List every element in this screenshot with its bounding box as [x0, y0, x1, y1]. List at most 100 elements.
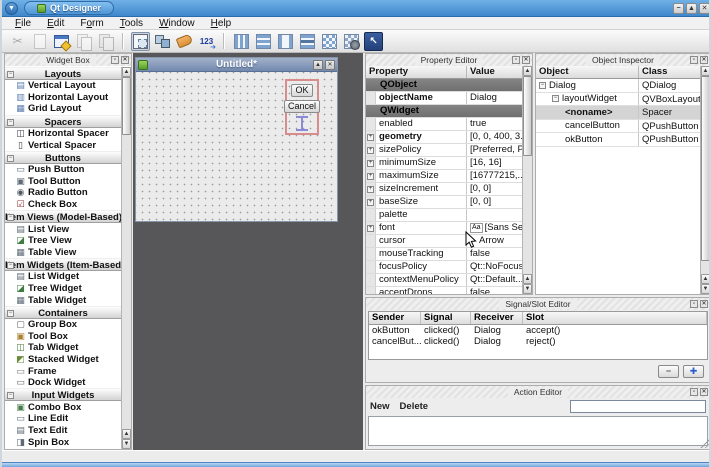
scroll-up-icon[interactable]: ▲	[523, 274, 532, 284]
widget-group-box[interactable]: ▢Group Box	[5, 319, 121, 331]
property-value[interactable]: Qt::Default...	[467, 274, 522, 286]
expand-icon[interactable]: +	[367, 134, 374, 141]
scroll-up-icon[interactable]: ▲	[122, 67, 131, 77]
layout-vertical-splitter-icon[interactable]	[298, 32, 317, 51]
collapse-icon[interactable]: −	[7, 310, 14, 317]
property-row-acceptdrops[interactable]: acceptDropsfalse	[366, 287, 522, 294]
delete-button[interactable]: Delete	[400, 401, 429, 412]
scroll-down-icon[interactable]: ▼	[122, 439, 131, 449]
widget-spin-box[interactable]: ◨Spin Box	[5, 436, 121, 448]
property-row-geometry[interactable]: +geometry[0, 0, 400, 3...	[366, 131, 522, 144]
cut-icon[interactable]: ✂	[8, 32, 27, 51]
scrollbar-thumb[interactable]	[122, 77, 131, 135]
float-icon[interactable]: ▫	[690, 300, 698, 308]
widget-check-box[interactable]: ☑Check Box	[5, 199, 121, 211]
object-row-okbutton[interactable]: okButtonQPushButton	[536, 133, 700, 147]
close-icon[interactable]: ✕	[700, 388, 708, 396]
property-editor-scrollbar[interactable]: ▲ ▲ ▼	[522, 66, 532, 294]
layout-vertical-icon[interactable]	[254, 32, 273, 51]
signal-column-header[interactable]: Signal	[421, 312, 471, 324]
widget-stacked-widget[interactable]: ◩Stacked Widget	[5, 354, 121, 366]
widget-table-widget[interactable]: ▦Table Widget	[5, 294, 121, 306]
property-value[interactable]: [16, 16]	[467, 157, 522, 169]
property-value[interactable]: true	[467, 118, 522, 130]
property-row-font[interactable]: +fontAa[Sans Se...	[366, 222, 522, 235]
property-row-objectname[interactable]: objectNameDialog	[366, 92, 522, 105]
menu-item-form[interactable]: Form	[73, 18, 110, 29]
expand-icon[interactable]: +	[367, 199, 374, 206]
slot-column-header[interactable]: Slot	[523, 312, 707, 324]
scroll-up-icon[interactable]: ▲	[701, 274, 710, 284]
property-value[interactable]: [0, 0]	[467, 196, 522, 208]
category-spacers[interactable]: −Spacers	[5, 115, 121, 128]
menu-item-tools[interactable]: Tools	[113, 18, 150, 29]
property-row-contextmenupolicy[interactable]: contextMenuPolicyQt::Default...	[366, 274, 522, 287]
action-list[interactable]	[368, 416, 708, 446]
property-row-palette[interactable]: palette	[366, 209, 522, 222]
edit-widgets-icon[interactable]	[131, 32, 150, 51]
widget-tab-widget[interactable]: ◫Tab Widget	[5, 342, 121, 354]
close-icon[interactable]: ✕	[700, 300, 708, 308]
property-column-header[interactable]: Property	[366, 66, 467, 78]
collapse-icon[interactable]: −	[7, 262, 14, 269]
layout-grid-icon[interactable]	[320, 32, 339, 51]
property-row-cursor[interactable]: cursorArrow	[366, 235, 522, 248]
widget-horizontal-layout[interactable]: ▥Horizontal Layout	[5, 92, 121, 104]
widget-list-view[interactable]: ▤List View	[5, 223, 121, 235]
layout-horizontal-splitter-icon[interactable]	[276, 32, 295, 51]
maximize-icon[interactable]: ▲	[686, 3, 697, 14]
widget-dock-widget[interactable]: ▭Dock Widget	[5, 377, 121, 389]
scroll-up-icon[interactable]: ▲	[122, 429, 131, 439]
document-icon[interactable]	[30, 32, 49, 51]
property-row-basesize[interactable]: +baseSize[0, 0]	[366, 196, 522, 209]
edit-signals-slots-icon[interactable]	[153, 32, 172, 51]
vertical-spacer-widget[interactable]	[296, 116, 308, 131]
scrollbar-thumb[interactable]	[701, 76, 710, 261]
category-item-widgets-item-based[interactable]: −Item Widgets (Item-Based)	[5, 258, 121, 271]
float-icon[interactable]: ▫	[512, 56, 520, 64]
collapse-icon[interactable]: −	[7, 392, 14, 399]
category-layouts[interactable]: −Layouts	[5, 67, 121, 80]
object-row-layoutwidget[interactable]: −layoutWidgetQVBoxLayout	[536, 93, 700, 107]
window-menu-button[interactable]: ▼	[5, 2, 18, 15]
remove-connection-button[interactable]: −	[658, 365, 679, 378]
scrollbar-thumb[interactable]	[523, 76, 532, 156]
adjust-size-icon[interactable]: ↖	[364, 32, 383, 51]
connection-row-cancelbut[interactable]: cancelBut...clicked()Dialogreject()	[369, 336, 707, 347]
expand-icon[interactable]: +	[367, 173, 374, 180]
form-titlebar[interactable]: Untitled* ▲ ✕	[136, 58, 337, 72]
minimize-icon[interactable]: −	[673, 3, 684, 14]
menu-item-edit[interactable]: Edit	[40, 18, 71, 29]
ok-button[interactable]: OK	[291, 84, 312, 97]
property-value[interactable]: [0, 0, 400, 3...	[467, 131, 522, 143]
new-button[interactable]: New	[370, 401, 390, 412]
close-icon[interactable]: ✕	[522, 56, 530, 64]
widget-push-button[interactable]: ▭Push Button	[5, 164, 121, 176]
edit-buddies-icon[interactable]	[175, 32, 194, 51]
float-icon[interactable]: ▫	[111, 56, 119, 64]
paste-icon[interactable]	[96, 32, 115, 51]
expand-icon[interactable]: +	[367, 147, 374, 154]
expand-icon[interactable]: +	[367, 160, 374, 167]
close-icon[interactable]: ✕	[699, 3, 710, 14]
receiver-column-header[interactable]: Receiver	[471, 312, 523, 324]
object-inspector-scrollbar[interactable]: ▲ ▲ ▼	[700, 66, 710, 294]
property-value[interactable]: false	[467, 248, 522, 260]
property-row-sizepolicy[interactable]: +sizePolicy[Preferred, P...	[366, 144, 522, 157]
collapse-icon[interactable]: −	[7, 119, 14, 126]
widget-radio-button[interactable]: ◉Radio Button	[5, 187, 121, 199]
category-input-widgets[interactable]: −Input Widgets	[5, 388, 121, 401]
connection-row-okbutton[interactable]: okButtonclicked()Dialogaccept()	[369, 325, 707, 336]
widget-combo-box[interactable]: ▣Combo Box	[5, 401, 121, 413]
form-canvas[interactable]: OK Cancel	[136, 72, 337, 221]
collapse-icon[interactable]: −	[539, 82, 546, 89]
property-row-enabled[interactable]: enabledtrue	[366, 118, 522, 131]
object-row-noname[interactable]: <noname>Spacer	[536, 106, 700, 120]
collapse-icon[interactable]: −	[7, 155, 14, 162]
cancel-button[interactable]: Cancel	[284, 100, 320, 113]
object-column-header[interactable]: Object	[536, 66, 639, 78]
collapse-icon[interactable]: −	[552, 95, 559, 102]
titlebar-tab[interactable]: Qt Designer	[24, 1, 114, 15]
widget-vertical-layout[interactable]: ▤Vertical Layout	[5, 80, 121, 92]
widget-horizontal-spacer[interactable]: ◫Horizontal Spacer	[5, 128, 121, 140]
